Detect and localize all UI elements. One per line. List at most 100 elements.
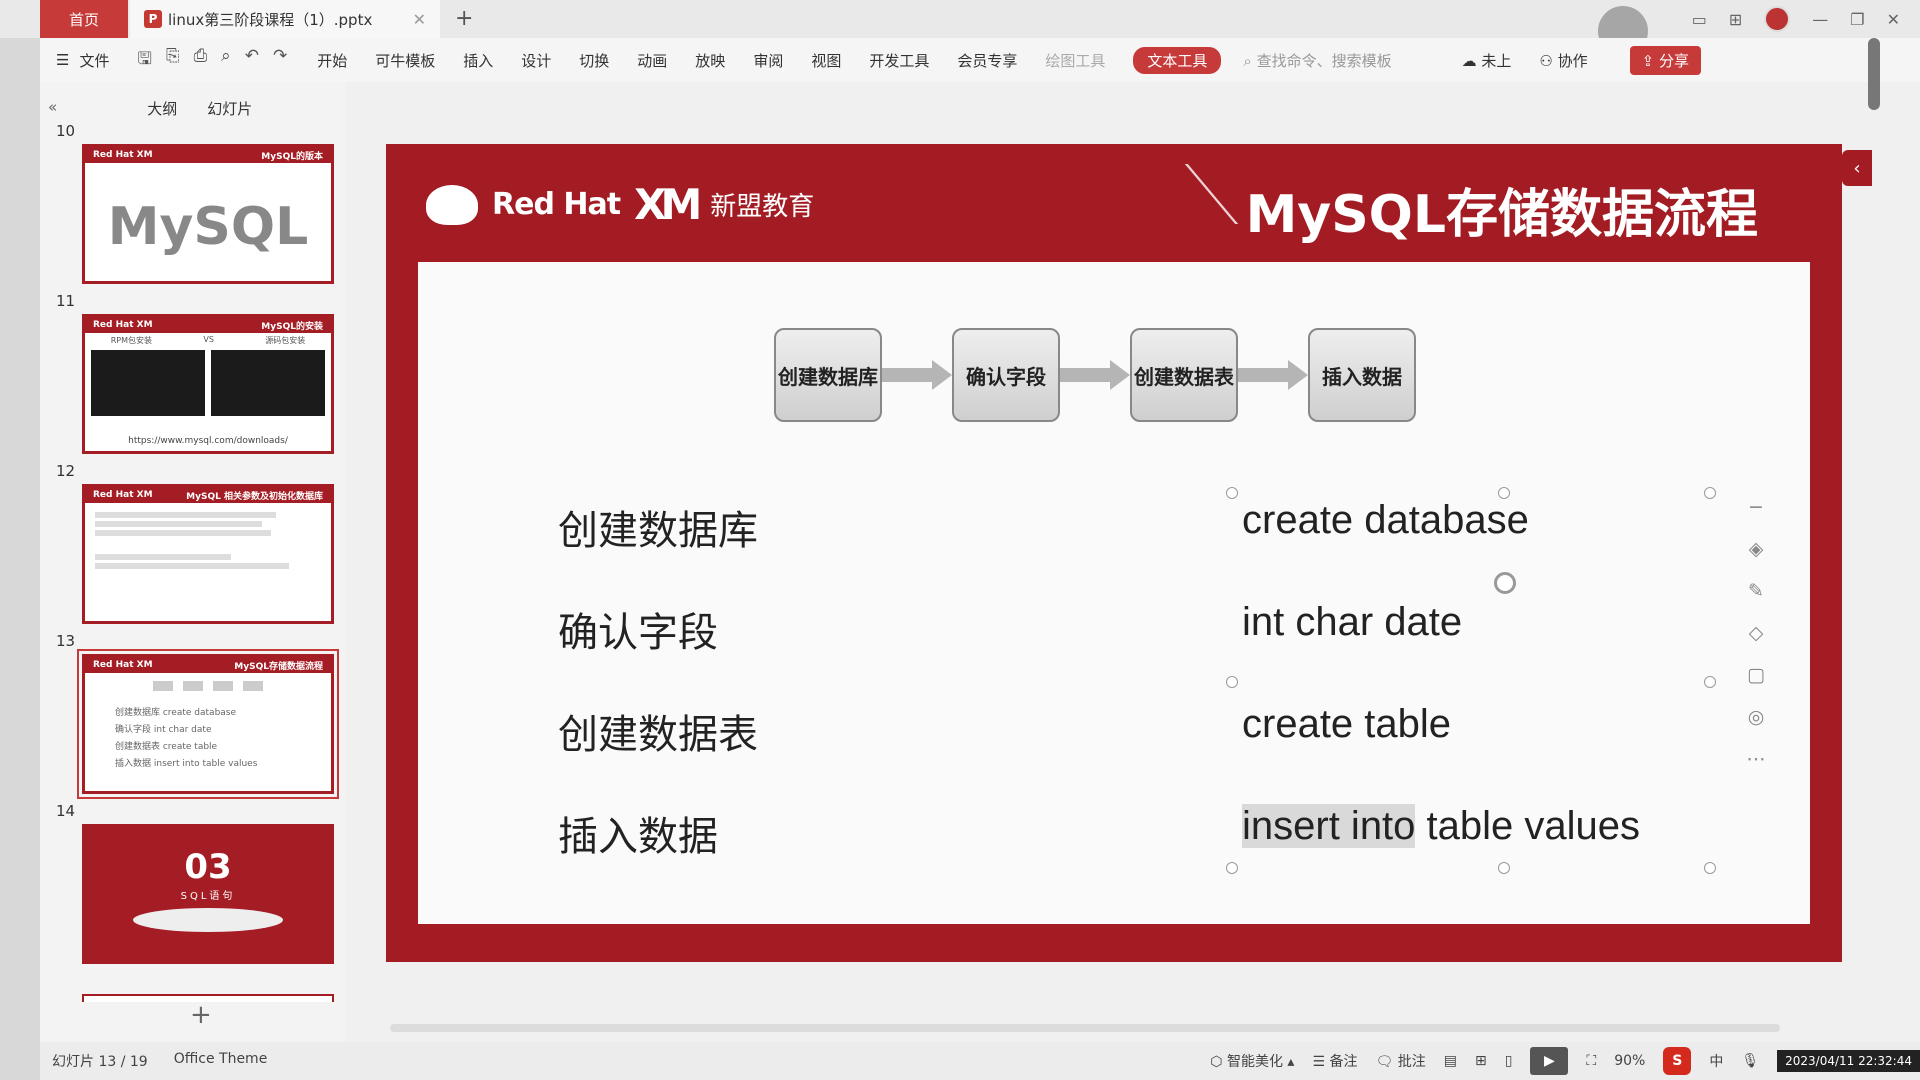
more-icon[interactable]: ⋯ — [1747, 748, 1766, 770]
share-button[interactable]: ⇪ 分享 — [1629, 45, 1701, 75]
sorter-view-icon[interactable]: ⊞ — [1475, 1053, 1487, 1069]
redo-icon[interactable]: ↷ — [273, 46, 287, 75]
menu-slideshow[interactable]: 放映 — [695, 50, 725, 71]
resize-handle[interactable] — [1226, 487, 1238, 499]
row-cn-create-table[interactable]: 创建数据表 — [558, 702, 758, 760]
comment-button[interactable]: 🗨 批注 — [1375, 1051, 1425, 1071]
save-icon[interactable]: 🖫 — [137, 46, 151, 75]
normal-view-icon[interactable]: ▤ — [1444, 1053, 1457, 1069]
menu-transition[interactable]: 切换 — [579, 50, 609, 71]
fit-window-icon[interactable]: ⛶ — [1586, 1053, 1596, 1069]
cloud-sync-label: 未上 — [1481, 51, 1512, 70]
undo-icon[interactable]: ↶ — [245, 46, 259, 75]
flow-step-insert[interactable]: 插入数据 — [1308, 328, 1416, 422]
thumb-body — [85, 503, 331, 578]
close-window-icon[interactable]: ✕ — [1887, 10, 1900, 29]
resize-handle[interactable] — [1498, 862, 1510, 874]
arrow-right-icon — [882, 360, 952, 390]
current-slide[interactable]: Red Hat XM 新盟教育 MySQL存储数据流程 创建数据库 确认字段 创… — [386, 144, 1842, 962]
resize-handle[interactable] — [1226, 862, 1238, 874]
thumb-screenshots — [85, 346, 331, 420]
reading-view-icon[interactable]: ▯ — [1505, 1053, 1513, 1069]
menu-member[interactable]: 会员专享 — [957, 50, 1017, 71]
resize-handle[interactable] — [1704, 862, 1716, 874]
close-tab-icon[interactable]: ✕ — [413, 10, 426, 29]
preview-icon[interactable]: ⌕ — [221, 46, 231, 75]
menu-drawing-tools[interactable]: 绘图工具 — [1045, 50, 1105, 71]
slide-thumbnail-11[interactable]: Red Hat XM MySQL的安装 RPM包安装 VS 源码包安装 https:/… — [82, 314, 334, 454]
menu-text-tools[interactable]: 文本工具 — [1133, 46, 1222, 74]
notes-button[interactable]: ☰ 备注 — [1312, 1051, 1357, 1071]
thumb-title: MySQL存储数据流程 — [234, 661, 323, 672]
tab-slides[interactable]: 幻灯片 — [207, 98, 252, 119]
play-slideshow-button[interactable]: ▶ — [1530, 1047, 1569, 1075]
tab-outline[interactable]: 大纲 — [147, 98, 177, 119]
row-en-create-table[interactable]: create table — [1242, 702, 1451, 747]
side-collapse-icon[interactable]: ‹ — [1842, 150, 1872, 186]
print-icon[interactable]: ⎙ — [194, 46, 208, 75]
vertical-scrollbar[interactable] — [1868, 38, 1880, 110]
export-icon[interactable]: ⎘ — [166, 46, 180, 75]
collapse-panel-icon[interactable]: « — [48, 98, 57, 119]
horizontal-scrollbar[interactable] — [390, 1024, 1780, 1032]
home-tab[interactable]: 首页 — [40, 0, 128, 38]
title-bar: 首页 P linux第三阶段课程（1）.pptx ✕ + ▭ ⊞ — ❐ ✕ — [0, 0, 1920, 56]
slide-thumbnail-10[interactable]: Red Hat XM MySQL的版本 MySQL — [82, 144, 334, 284]
theme-name[interactable]: Office Theme — [174, 1051, 268, 1071]
flow-step-create-table[interactable]: 创建数据表 — [1130, 328, 1238, 422]
resize-handle[interactable] — [1226, 676, 1238, 688]
fill-icon[interactable]: ◇ — [1749, 622, 1764, 644]
avatar[interactable] — [1764, 6, 1791, 32]
idea-icon[interactable]: ◎ — [1748, 706, 1765, 728]
menu-file[interactable]: 文件 — [79, 50, 109, 71]
command-search[interactable]: ⌕ 查找命令、搜索模板 — [1243, 50, 1391, 71]
collab-label: 协作 — [1557, 51, 1588, 70]
menu-start[interactable]: 开始 — [317, 50, 347, 71]
slide-title[interactable]: MySQL存储数据流程 — [1246, 172, 1758, 247]
ime-mode[interactable]: 中 — [1709, 1051, 1723, 1071]
beautify-button[interactable]: ⬡ 智能美化 ▴ — [1210, 1051, 1294, 1071]
add-slide-button[interactable]: + — [190, 1000, 212, 1030]
row-cn-fields[interactable]: 确认字段 — [558, 600, 718, 658]
row-en-create-db[interactable]: create database — [1242, 498, 1529, 543]
slide-thumbnail-14[interactable]: 03 SQL语句 — [82, 824, 334, 964]
apps-grid-icon[interactable]: ⊞ — [1729, 10, 1742, 29]
cloud-sync[interactable]: ☁ 未上 — [1462, 50, 1512, 71]
row-en-insert[interactable]: insert into table values — [1242, 804, 1640, 849]
resize-handle[interactable] — [1704, 487, 1716, 499]
flow-step-create-db[interactable]: 创建数据库 — [774, 328, 882, 422]
layers-icon[interactable]: ◈ — [1749, 538, 1764, 560]
new-tab-icon[interactable]: + — [455, 6, 473, 31]
quick-access-toolbar: 🖫 ⎘ ⎙ ⌕ ↶ ↷ — [137, 46, 287, 75]
ime-logo-icon[interactable]: S — [1663, 1047, 1692, 1075]
zoom-level[interactable]: 90% — [1614, 1053, 1645, 1069]
layout-icon[interactable]: ▭ — [1692, 10, 1707, 29]
menu-view[interactable]: 视图 — [811, 50, 841, 71]
row-cn-insert[interactable]: 插入数据 — [558, 804, 718, 862]
minimize-icon[interactable]: — — [1812, 10, 1828, 29]
frame-icon[interactable]: ▢ — [1747, 664, 1765, 686]
selected-text[interactable]: insert into — [1242, 804, 1416, 848]
mic-icon[interactable]: 🎙 — [1741, 1053, 1759, 1069]
redhat-xm-logo: Red Hat XM 新盟教育 — [426, 180, 814, 229]
document-tab[interactable]: P linux第三阶段课程（1）.pptx ✕ — [130, 0, 440, 38]
menu-developer[interactable]: 开发工具 — [869, 50, 929, 71]
menu-insert[interactable]: 插入 — [463, 50, 493, 71]
menu-review[interactable]: 审阅 — [753, 50, 783, 71]
slide-thumbnail-13[interactable]: Red Hat XM MySQL存储数据流程 创建数据库 create datab… — [77, 649, 339, 799]
restore-icon[interactable]: ❐ — [1850, 10, 1864, 29]
rotate-handle-icon[interactable] — [1494, 572, 1516, 594]
flow-step-fields[interactable]: 确认字段 — [952, 328, 1060, 422]
resize-handle[interactable] — [1704, 676, 1716, 688]
hamburger-icon[interactable]: ☰ — [56, 51, 69, 69]
thumb-number: 10 — [56, 122, 76, 140]
row-en-fields[interactable]: int char date — [1242, 600, 1462, 645]
collab-button[interactable]: ⚇ 协作 — [1539, 50, 1587, 71]
row-cn-create-db[interactable]: 创建数据库 — [558, 498, 758, 556]
menu-design[interactable]: 设计 — [521, 50, 551, 71]
menu-animation[interactable]: 动画 — [637, 50, 667, 71]
pen-icon[interactable]: ✎ — [1748, 580, 1764, 602]
slide-thumbnail-12[interactable]: Red Hat XM MySQL 相关参数及初始化数据库 — [82, 484, 334, 624]
menu-template[interactable]: 可牛模板 — [375, 50, 435, 71]
minus-icon[interactable]: − — [1748, 496, 1764, 518]
